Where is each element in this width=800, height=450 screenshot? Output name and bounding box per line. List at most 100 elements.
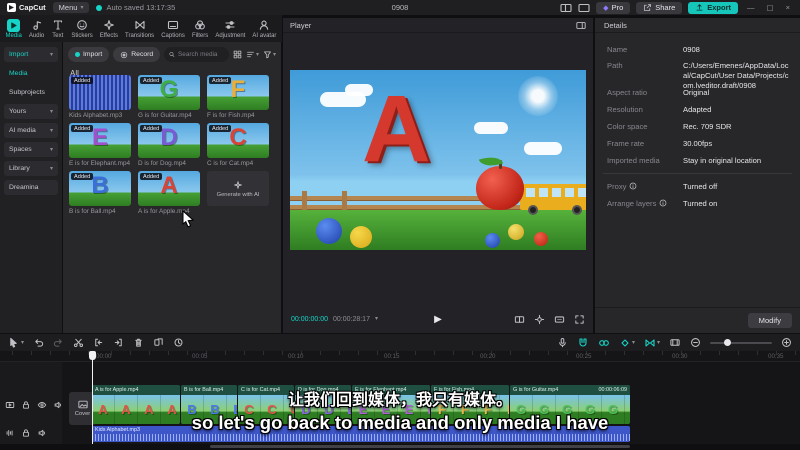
ball-graphic — [508, 224, 524, 240]
tab-audio[interactable]: Audio — [29, 19, 44, 39]
media-item: E Added E is for Elephant.mp4 — [69, 123, 131, 167]
info-icon[interactable] — [659, 199, 667, 207]
media-item: C Added C is for Cat.mp4 — [207, 123, 269, 167]
trim-right-icon[interactable] — [113, 337, 124, 348]
media-thumbnail[interactable]: G Added — [138, 75, 200, 110]
record-icon — [121, 51, 128, 58]
ball-graphic — [316, 218, 342, 244]
filter-type-button[interactable]: ▾ — [263, 50, 276, 59]
import-button[interactable]: Import — [68, 47, 110, 62]
ball-graphic — [485, 233, 500, 248]
mirror-icon[interactable] — [153, 337, 164, 348]
close-button[interactable]: × — [783, 3, 793, 12]
focus-icon[interactable] — [534, 314, 545, 325]
sidenav-item-library[interactable]: Library ▾ — [4, 161, 58, 176]
sidenav-item-yours[interactable]: Yours ▾ — [4, 104, 58, 119]
timeline-ruler[interactable]: 00:00 00:05 00:10 00:15 00:20 00:25 00:3… — [0, 351, 800, 362]
info-icon[interactable] — [629, 182, 637, 190]
timeline-zoom-slider[interactable] — [710, 339, 772, 346]
select-tool-button[interactable]: ▾ — [8, 337, 24, 348]
fullscreen-icon[interactable] — [574, 314, 585, 325]
sidenav-item-spaces[interactable]: Spaces ▾ — [4, 142, 58, 157]
tab-effects[interactable]: Effects — [100, 19, 118, 39]
timeline-horizontal-scrollbar[interactable] — [210, 445, 630, 448]
media-thumbnail[interactable]: F Added — [207, 75, 269, 110]
sidenav-item-subprojects[interactable]: Subprojects — [4, 85, 58, 100]
undo-icon[interactable] — [33, 337, 44, 348]
media-thumbnail[interactable]: B Added — [69, 171, 131, 206]
ball-graphic — [534, 232, 548, 246]
maximize-button[interactable]: ▢ — [764, 3, 777, 12]
sidenav-item-import[interactable]: Import ▾ — [4, 47, 58, 62]
layout-expand-icon[interactable] — [578, 3, 590, 13]
freeze-frame-icon[interactable] — [173, 337, 184, 348]
keyframe-button[interactable]: ▾ — [619, 337, 635, 349]
media-thumbnail[interactable]: A Added — [138, 171, 200, 206]
share-button[interactable]: Share — [636, 1, 683, 14]
media-thumbnail-audio[interactable]: Added — [69, 75, 131, 110]
tab-transitions[interactable]: Transitions — [125, 19, 154, 39]
title-bar: CapCut Menu ▾ Auto saved 13:17:35 0908 ◆ … — [0, 0, 800, 15]
sidenav-item-ai-media[interactable]: AI media ▾ — [4, 123, 58, 138]
app-name: CapCut — [19, 3, 46, 12]
zoom-in-icon[interactable] — [781, 337, 792, 348]
adjustment-icon — [224, 19, 237, 32]
sort-button[interactable]: ▾ — [246, 50, 259, 59]
voiceover-mic-icon[interactable] — [557, 337, 568, 348]
layout-toggle-icon[interactable] — [560, 3, 572, 13]
added-badge: Added — [140, 125, 163, 132]
chevron-down-icon: ▾ — [49, 127, 53, 134]
tab-text[interactable]: Text — [51, 19, 64, 39]
timeline-toolbar: ▾ ▾ ▾ — [0, 334, 800, 351]
minimize-button[interactable]: — — [744, 3, 758, 12]
view-mode-button[interactable] — [233, 50, 242, 59]
search-box[interactable] — [164, 47, 229, 62]
record-button[interactable]: Record — [113, 47, 161, 62]
split-icon[interactable] — [73, 337, 84, 348]
tab-stickers[interactable]: Stickers — [71, 19, 93, 39]
filters-icon — [194, 19, 207, 32]
menu-button[interactable]: Menu ▾ — [52, 2, 90, 13]
snapping-magnet-icon[interactable] — [577, 337, 589, 349]
aspect-ratio-icon[interactable] — [554, 314, 565, 325]
slider-knob[interactable] — [724, 339, 731, 346]
generate-with-ai-button[interactable]: Generate with AI — [207, 171, 269, 206]
redo-icon[interactable] — [53, 337, 64, 348]
tab-captions[interactable]: Captions — [161, 19, 185, 39]
chevron-down-icon: ▾ — [49, 108, 53, 115]
tab-ai-avatar[interactable]: AI avatar — [252, 19, 276, 39]
pro-button[interactable]: ◆ Pro — [596, 1, 631, 14]
delete-icon[interactable] — [133, 337, 144, 348]
export-button[interactable]: Export — [688, 1, 739, 14]
preview-video[interactable]: A — [290, 70, 586, 250]
tab-filters[interactable]: Filters — [192, 19, 208, 39]
pro-diamond-icon: ◆ — [603, 4, 609, 12]
trim-left-icon[interactable] — [93, 337, 104, 348]
subtitle-english: so let's go back to media and only media… — [191, 412, 609, 433]
sun-graphic — [518, 76, 558, 116]
media-thumbnail[interactable]: C Added — [207, 123, 269, 158]
tab-media[interactable]: Media — [6, 18, 22, 39]
capcut-logo-icon — [7, 3, 16, 12]
media-item: F Added F is for Fish.mp4 — [207, 75, 269, 119]
preview-axis-icon[interactable] — [669, 337, 681, 348]
media-thumbnail[interactable]: D Added — [138, 123, 200, 158]
grid-view-icon — [233, 50, 242, 59]
capcut-window: CapCut Menu ▾ Auto saved 13:17:35 0908 ◆ … — [0, 0, 800, 450]
duration-dropdown[interactable]: ▾ — [375, 316, 378, 322]
added-badge: Added — [209, 77, 232, 84]
tab-adjustment[interactable]: Adjustment — [215, 19, 245, 39]
search-input[interactable] — [178, 51, 224, 58]
media-thumbnail[interactable]: E Added — [69, 123, 131, 158]
sidenav-item-dreamina[interactable]: Dreamina — [4, 180, 58, 195]
zoom-out-icon[interactable] — [690, 337, 701, 348]
media-item: Generate with AI — [207, 171, 269, 215]
preview-quality-icon[interactable] — [514, 314, 525, 325]
modify-button[interactable]: Modify — [747, 313, 792, 328]
chevron-down-icon: ▾ — [272, 51, 276, 58]
sidenav-item-media[interactable]: Media — [4, 66, 58, 81]
auto-transition-button[interactable]: ▾ — [644, 337, 660, 349]
letter-a-graphic: A — [362, 76, 431, 182]
auto-linking-icon[interactable] — [598, 337, 610, 349]
panel-layout-icon[interactable] — [576, 21, 586, 30]
